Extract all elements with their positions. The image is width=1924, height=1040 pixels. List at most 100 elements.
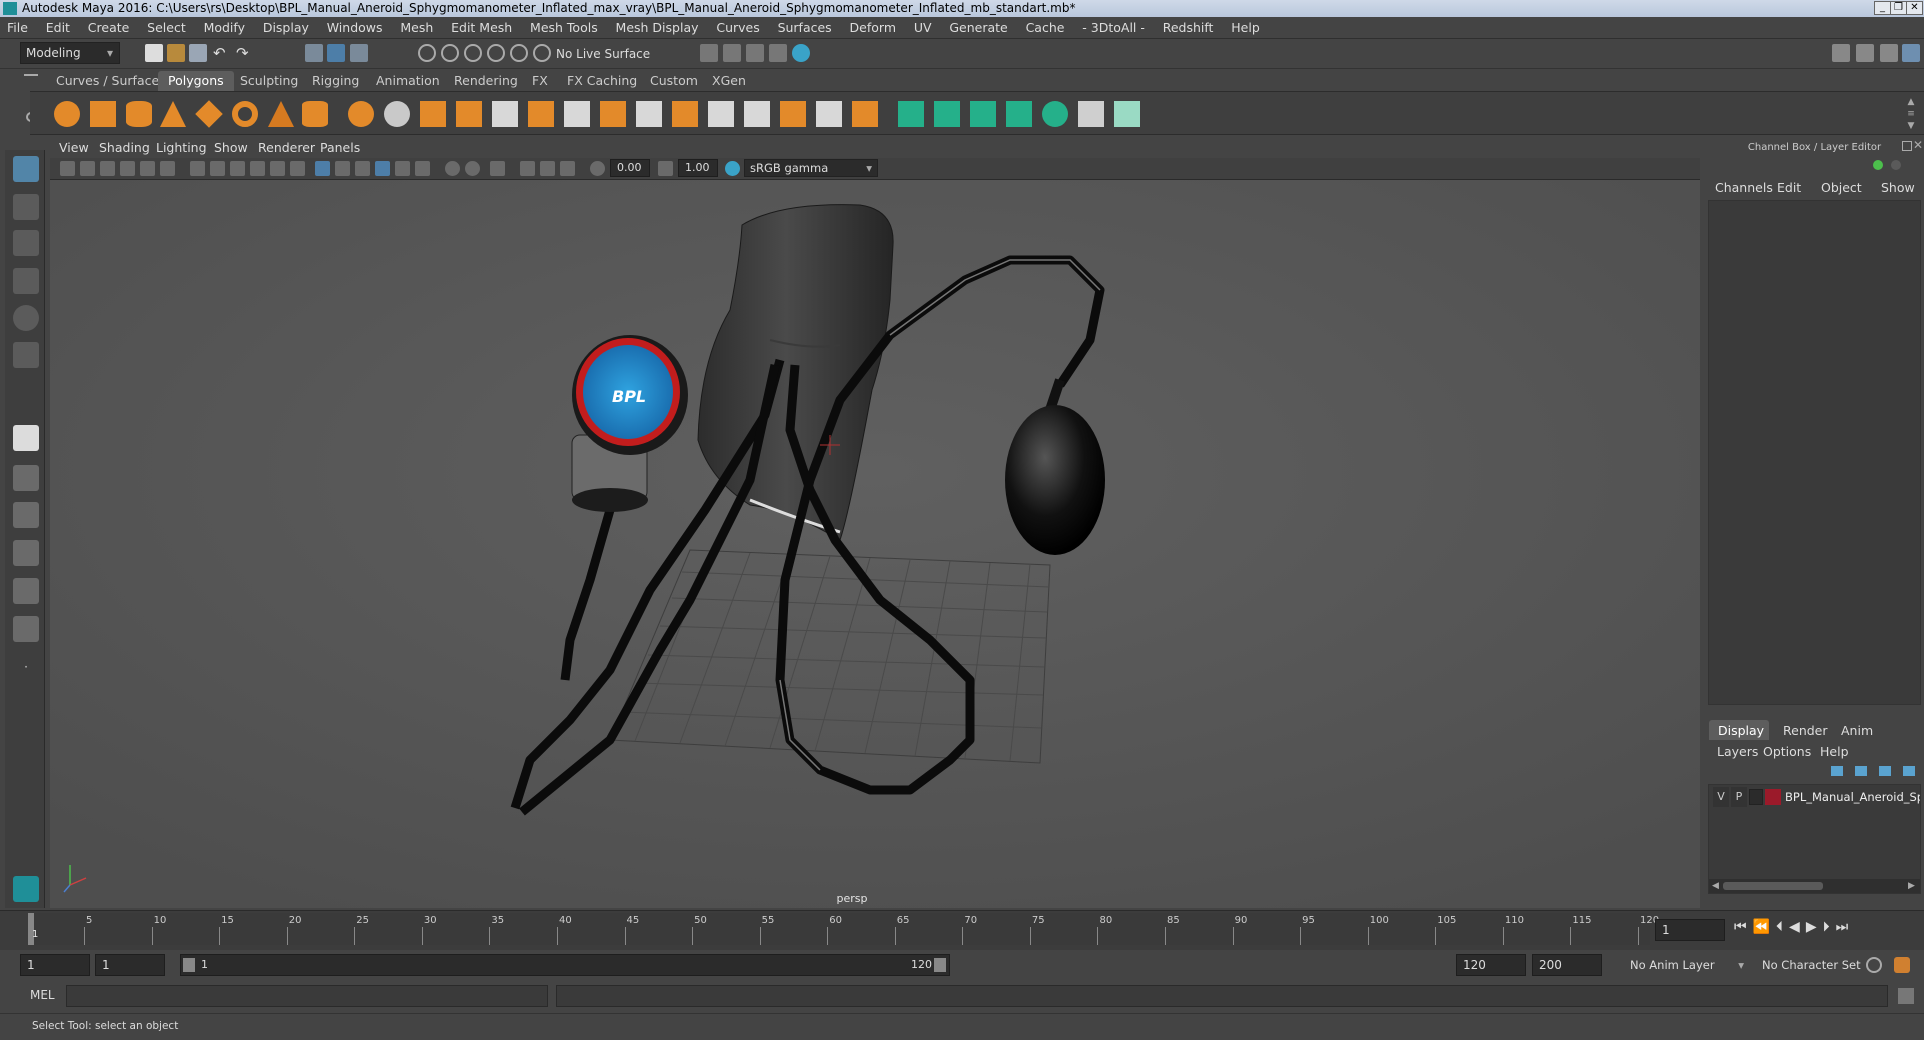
attribute-editor-icon[interactable] [1856,44,1874,62]
rotate-tool-icon[interactable] [13,305,39,331]
playback-end-field[interactable]: 120 [1456,954,1526,976]
single-view-layout-icon[interactable] [13,425,39,451]
extrude-icon[interactable] [564,101,590,127]
play-backward-icon[interactable]: ◀ [1789,919,1806,935]
cylindrical-uv-icon[interactable] [934,101,960,127]
isolate-select-icon[interactable] [375,161,390,176]
persp-outliner-layout-icon[interactable] [13,502,39,528]
hud-icon[interactable] [490,161,505,176]
time-slider[interactable]: 1 5 10 15 20 25 30 35 40 45 50 55 60 65 70 75 80 85 90 95 1… [0,910,1924,950]
camera-attributes-icon[interactable] [80,161,95,176]
channel-box-icon[interactable] [1902,44,1920,62]
menu-uv[interactable]: UV [907,17,939,39]
multi-cut-icon[interactable] [744,101,770,127]
menu-edit-mesh[interactable]: Edit Mesh [444,17,519,39]
shelf-tab-animation[interactable]: Animation [366,71,450,91]
menu-curves[interactable]: Curves [709,17,766,39]
go-to-start-icon[interactable]: ⏮ [1734,919,1753,935]
field-chart-icon[interactable] [560,161,575,176]
menu-edit[interactable]: Edit [39,17,77,39]
use-all-lights-icon[interactable] [270,161,285,176]
smooth-icon[interactable] [456,101,482,127]
layer-tab-render[interactable]: Render [1783,723,1828,738]
menu-create[interactable]: Create [81,17,137,39]
shelf-scroll-arrows-icon[interactable]: ▲ ≡ ▼ [1906,96,1916,132]
bridge-icon[interactable] [600,101,626,127]
shelf-tab-fx-caching[interactable]: FX Caching [557,71,647,91]
command-language-label[interactable]: MEL [30,988,55,1002]
hypershade-icon[interactable] [792,44,810,62]
wireframe-icon[interactable] [190,161,205,176]
layer-row[interactable]: V P BPL_Manual_Aneroid_Sp [1711,787,1920,807]
extract-icon[interactable] [420,101,446,127]
resolution-gate-icon[interactable] [520,161,535,176]
float-panel-icon[interactable] [1902,141,1912,151]
poly-cone-icon[interactable] [160,101,186,127]
range-end-handle[interactable] [934,958,946,972]
layer-visibility-toggle[interactable]: V [1713,787,1729,807]
mirror-icon[interactable] [528,101,554,127]
poly-pipe-icon[interactable] [302,101,328,127]
snap-surface-icon[interactable] [510,44,528,62]
channel-box-area[interactable] [1708,200,1921,705]
film-gate-icon[interactable] [160,161,175,176]
viewport-menu-shading[interactable]: Shading [99,140,150,155]
select-tool-icon[interactable] [13,156,39,182]
viewport-menu-lighting[interactable]: Lighting [156,140,207,155]
camera-select-icon[interactable] [60,161,75,176]
shelf-tab-sculpting[interactable]: Sculpting [230,71,308,91]
menu-surfaces[interactable]: Surfaces [771,17,839,39]
layer-menu-options[interactable]: Options [1763,744,1811,759]
menu-windows[interactable]: Windows [320,17,390,39]
depth-of-field-icon[interactable] [465,161,480,176]
next-key-icon[interactable]: ⏵ [1823,919,1836,935]
poly-cylinder-icon[interactable] [126,101,152,127]
select-component-icon[interactable] [350,44,368,62]
close-icon[interactable]: ✕ [1913,138,1923,152]
image-plane-icon[interactable] [120,161,135,176]
xray-joints-icon[interactable] [335,161,350,176]
bookmark-icon[interactable] [100,161,115,176]
layer-menu-layers[interactable]: Layers [1717,744,1758,759]
undo-icon[interactable]: ↶ [213,44,231,62]
menu-help[interactable]: Help [1224,17,1267,39]
new-layer-icon[interactable] [1879,766,1891,776]
step-back-icon[interactable]: ⏪ [1753,919,1776,935]
color-management-icon[interactable] [725,161,740,176]
menu-select[interactable]: Select [140,17,193,39]
scale-tool-icon[interactable] [13,342,39,368]
menu-3dtoall[interactable]: - 3DtoAll - [1075,17,1152,39]
menu-modify[interactable]: Modify [197,17,252,39]
channel-box-menu-object[interactable]: Object [1821,180,1862,195]
menu-file[interactable]: File [0,17,35,39]
poly-cube-icon[interactable] [90,101,116,127]
spherical-uv-icon[interactable] [970,101,996,127]
render-view-icon[interactable] [700,44,718,62]
range-start-handle[interactable] [183,958,195,972]
hypershade-layout-icon[interactable] [13,578,39,604]
xray-icon[interactable] [315,161,330,176]
channel-box-menu-show[interactable]: Show [1881,180,1915,195]
move-tool-icon[interactable] [13,268,39,294]
layer-playback-toggle[interactable]: P [1731,787,1747,807]
snap-grid-icon[interactable] [418,44,436,62]
four-view-layout-icon[interactable] [13,465,39,491]
grid-toggle-icon[interactable] [140,161,155,176]
channel-box-menu-edit[interactable]: Edit [1777,180,1801,195]
gamma-icon[interactable] [658,161,673,176]
script-editor-icon[interactable] [1898,988,1914,1004]
menu-redshift[interactable]: Redshift [1156,17,1221,39]
restore-button[interactable]: ❐ [1890,1,1907,15]
planar-uv-icon[interactable] [898,101,924,127]
shelf-tab-rendering[interactable]: Rendering [444,71,528,91]
playback-start-field[interactable]: 1 [95,954,165,976]
snap-point-icon[interactable] [464,44,482,62]
multisample-icon[interactable] [445,161,460,176]
scene-start-field[interactable]: 1 [20,954,90,976]
anim-layer-dropdown[interactable]: No Anim Layer ▾ [1608,954,1748,976]
separate-icon[interactable] [384,101,410,127]
layer-menu-help[interactable]: Help [1820,744,1849,759]
minimize-button[interactable]: _ [1874,1,1891,15]
layer-color-swatch[interactable] [1765,789,1781,805]
automatic-uv-icon[interactable] [1006,101,1032,127]
